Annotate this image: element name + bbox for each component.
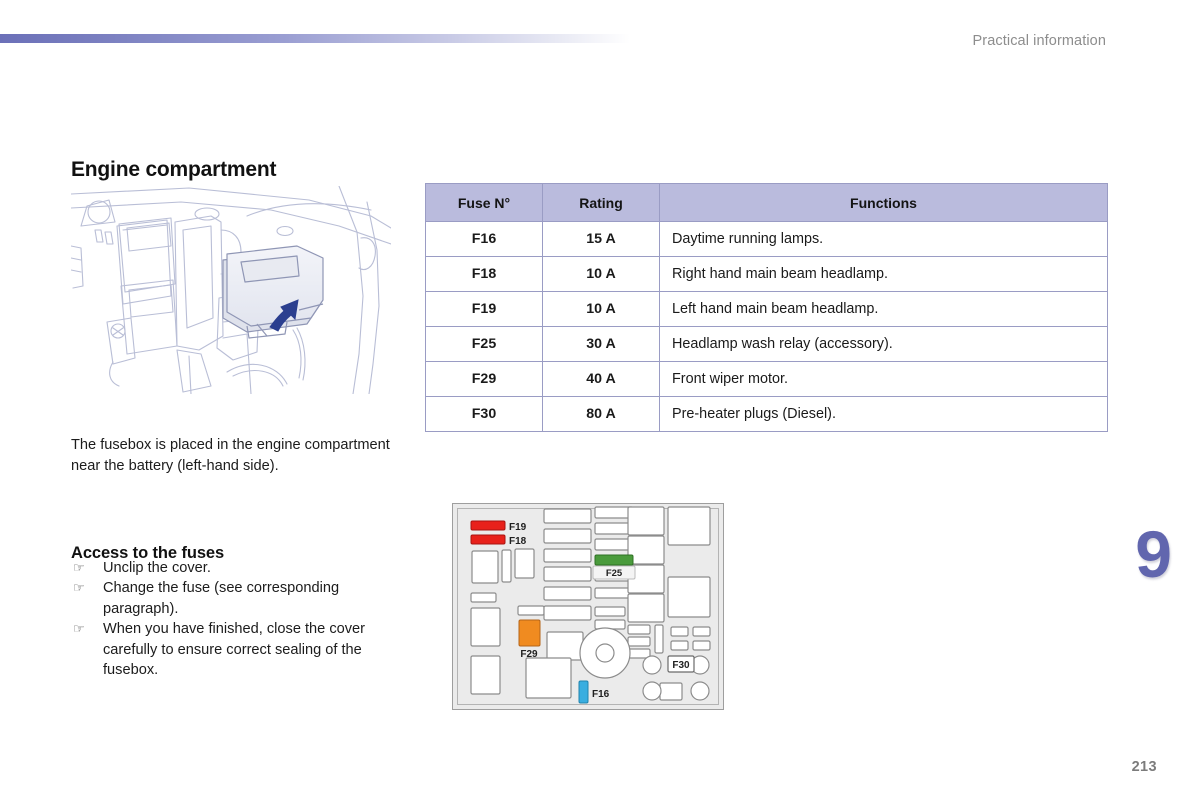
chapter-number: 9	[1135, 517, 1172, 591]
page-number: 213	[1131, 759, 1157, 775]
diagram-label-f19-text: F19	[509, 522, 527, 533]
pointing-hand-icon: ☞	[73, 560, 85, 575]
table-row: F16 15 A Daytime running lamps.	[425, 221, 1108, 257]
list-item-label: Unclip the cover.	[103, 560, 211, 576]
column-header-fuse-no: Fuse N°	[425, 183, 543, 222]
cell-fuse-no: F19	[425, 291, 543, 327]
cell-function: Headlamp wash relay (accessory).	[659, 326, 1108, 362]
list-item-label: Change the fuse (see corresponding parag…	[103, 580, 340, 617]
diagram-label-f30-text: F30	[672, 660, 690, 671]
cell-fuse-no: F16	[425, 221, 543, 257]
cell-rating: 40 A	[542, 361, 660, 397]
diagram-label-f16-text: F16	[592, 689, 610, 700]
cell-function: Right hand main beam headlamp.	[659, 256, 1108, 292]
fusebox-layout-diagram: F30 F25 F19 F18 F29 F16	[452, 503, 724, 710]
column-header-functions: Functions	[659, 183, 1108, 222]
diagram-label-f18-text: F18	[509, 536, 527, 547]
cell-function: Daytime running lamps.	[659, 221, 1108, 257]
access-steps-list: ☞ Unclip the cover. ☞ Change the fuse (s…	[71, 558, 401, 680]
list-item: ☞ When you have finished, close the cove…	[71, 619, 401, 680]
list-item-label: When you have finished, close the cover …	[103, 621, 366, 679]
cell-fuse-no: F18	[425, 256, 543, 292]
header-gradient-rule	[0, 34, 630, 43]
cell-rating: 15 A	[542, 221, 660, 257]
cell-rating: 10 A	[542, 256, 660, 292]
cell-rating: 10 A	[542, 291, 660, 327]
diagram-label-f25-text: F25	[606, 568, 623, 579]
diagram-fuse-f25: F25	[592, 554, 636, 580]
cell-fuse-no: F30	[425, 396, 543, 432]
list-item: ☞ Change the fuse (see corresponding par…	[71, 578, 401, 619]
diagram-label-f29-text: F29	[520, 649, 538, 660]
cell-rating: 30 A	[542, 326, 660, 362]
column-header-rating: Rating	[542, 183, 660, 222]
cell-fuse-no: F25	[425, 326, 543, 362]
cell-fuse-no: F29	[425, 361, 543, 397]
table-row: F30 80 A Pre-heater plugs (Diesel).	[425, 396, 1108, 432]
table-row: F29 40 A Front wiper motor.	[425, 361, 1108, 397]
fusebox-location-caption: The fusebox is placed in the engine comp…	[71, 436, 390, 474]
fuse-table: Fuse N° Rating Functions F16 15 A Daytim…	[425, 183, 1108, 432]
table-row: F19 10 A Left hand main beam headlamp.	[425, 291, 1108, 327]
page-header-title: Practical information	[972, 33, 1106, 49]
table-row: F18 10 A Right hand main beam headlamp.	[425, 256, 1108, 292]
engine-compartment-illustration	[71, 186, 391, 394]
diagram-label-f30: F30	[667, 655, 695, 673]
page-title: Engine compartment	[71, 158, 277, 182]
pointing-hand-icon: ☞	[73, 621, 85, 637]
list-item: ☞ Unclip the cover.	[71, 558, 401, 578]
cell-function: Front wiper motor.	[659, 361, 1108, 397]
diagram-fuse-f29: F29	[518, 619, 541, 660]
cell-function: Pre-heater plugs (Diesel).	[659, 396, 1108, 432]
table-header-row: Fuse N° Rating Functions	[425, 183, 1108, 222]
cell-rating: 80 A	[542, 396, 660, 432]
cell-function: Left hand main beam headlamp.	[659, 291, 1108, 327]
pointing-hand-icon: ☞	[73, 580, 85, 596]
table-row: F25 30 A Headlamp wash relay (accessory)…	[425, 326, 1108, 362]
